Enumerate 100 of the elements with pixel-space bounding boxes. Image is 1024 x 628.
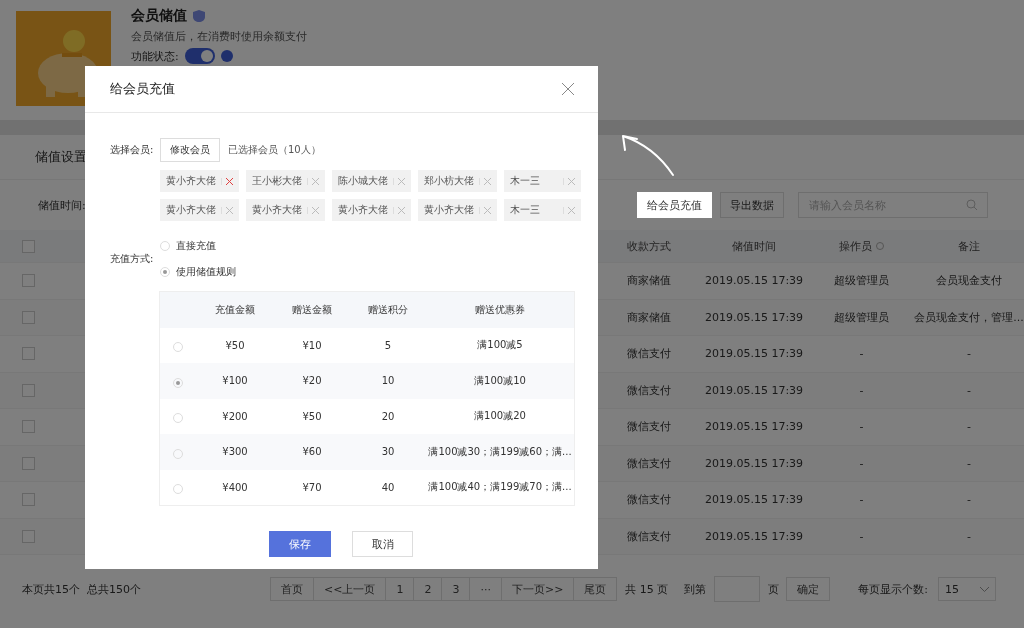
table-cell-text: ¥70 xyxy=(301,481,323,493)
member-name: 黄小齐大佬 xyxy=(424,203,474,217)
table-cell-text: ¥200 xyxy=(221,410,249,422)
save-button[interactable]: 保存 xyxy=(269,531,331,557)
table-cell-text: - xyxy=(858,383,865,397)
table-cell-text: - xyxy=(966,347,972,361)
column-header: 充值金额 xyxy=(214,302,256,317)
section-title: 储值设置 xyxy=(35,148,87,166)
table-cell-text: 满100减5 xyxy=(476,338,524,353)
table-cell-text: 2019.05.15 17:39 xyxy=(703,420,805,434)
table-cell-text: ¥100 xyxy=(221,375,249,387)
table-cell-text: ¥300 xyxy=(221,446,249,458)
page-summary: 本页共15个 总共150个 xyxy=(22,581,141,597)
dialog-title: 给会员充值 xyxy=(110,80,175,98)
page-total: 共 15 页 xyxy=(625,581,669,597)
table-cell-text: ¥50 xyxy=(224,339,246,351)
table-cell-text: ¥400 xyxy=(221,481,249,493)
status-toggle[interactable] xyxy=(184,48,215,64)
row-checkbox[interactable] xyxy=(22,529,35,543)
selected-count: 已选择会员（10人） xyxy=(228,143,321,157)
page-button[interactable]: 首页 xyxy=(270,577,314,601)
row-checkbox[interactable] xyxy=(22,383,35,397)
table-cell-text: 微信支付 xyxy=(626,528,672,544)
table-cell-text: 5 xyxy=(383,339,393,351)
column-header: 收款方式 xyxy=(627,238,671,254)
table-cell-text: 2019.05.15 17:39 xyxy=(703,347,805,361)
column-header: 备注 xyxy=(958,238,980,254)
column-header: 赠送金额 xyxy=(291,302,333,317)
status-label: 功能状态: xyxy=(131,48,179,64)
table-cell-text: - xyxy=(966,529,972,543)
goto-label: 到第 xyxy=(684,581,707,597)
table-cell-text: 微信支付 xyxy=(626,346,672,362)
row-checkbox[interactable] xyxy=(22,274,35,288)
table-cell-text: - xyxy=(858,420,865,434)
page-button[interactable]: 3 xyxy=(441,577,471,601)
page-button[interactable]: 2 xyxy=(413,577,443,601)
table-cell-text: 满100减40；满199减70；满... xyxy=(427,480,573,495)
table-cell-text: 商家储值 xyxy=(626,273,672,289)
page-button[interactable]: <<上一页 xyxy=(313,577,387,601)
table-cell-text: 2019.05.15 17:39 xyxy=(703,456,805,470)
page-button[interactable]: 下一页>> xyxy=(500,577,575,601)
table-cell: 会员现金支付，管理... xyxy=(914,309,1024,325)
member-name: 黄小齐大佬 xyxy=(338,203,388,217)
table-cell-text: 2019.05.15 17:39 xyxy=(703,383,805,397)
chevron-down-icon xyxy=(980,586,989,592)
table-cell-text: ¥50 xyxy=(301,410,323,422)
table-cell-text: - xyxy=(966,493,972,507)
table-cell-text: - xyxy=(858,456,865,470)
row-checkbox[interactable] xyxy=(22,310,35,324)
table-cell-text: 40 xyxy=(380,481,396,493)
close-icon[interactable] xyxy=(562,83,574,95)
table-cell-text: ¥20 xyxy=(301,375,323,387)
column-header: 赠送积分 xyxy=(367,302,409,317)
row-checkbox[interactable] xyxy=(22,493,35,507)
table-cell-text: 超级管理员 xyxy=(833,273,890,289)
page-unit: 页 xyxy=(768,581,780,597)
method-label: 充值方式: xyxy=(110,252,152,266)
page-button[interactable]: 1 xyxy=(385,577,415,601)
row-checkbox[interactable] xyxy=(22,420,35,434)
option-label: 直接充值 xyxy=(176,239,216,253)
table-cell-text: 商家储值 xyxy=(626,309,672,325)
toolbar-button[interactable]: 导出数据 xyxy=(720,192,784,218)
table-cell-text: 会员现金支付 xyxy=(935,273,1003,289)
table-cell-text: ¥60 xyxy=(301,446,323,458)
table-cell-text: 2019.05.15 17:39 xyxy=(703,310,805,324)
option-label: 使用储值规则 xyxy=(176,265,236,279)
cancel-button[interactable]: 取消 xyxy=(352,531,413,557)
row-checkbox[interactable] xyxy=(22,456,35,470)
table-cell-text: 20 xyxy=(380,410,396,422)
member-name: 黄小齐大佬 xyxy=(166,174,216,188)
member-name: 黄小齐大佬 xyxy=(252,203,302,217)
column-header: 操作员 xyxy=(839,238,872,254)
table-cell-text: - xyxy=(858,347,865,361)
row-checkbox[interactable] xyxy=(22,347,35,361)
table-cell-text: 微信支付 xyxy=(626,455,672,471)
page-button[interactable]: ··· xyxy=(469,577,502,601)
help-icon xyxy=(220,50,233,62)
page-button[interactable]: 尾页 xyxy=(573,577,618,601)
table-cell-text: - xyxy=(858,493,865,507)
member-name: 王小彬大佬 xyxy=(252,174,302,188)
table-cell-text: - xyxy=(966,383,972,397)
table-cell-text: 满100减30；满199减60；满... xyxy=(427,444,573,459)
confirm-button[interactable]: 确定 xyxy=(786,577,831,601)
table-cell-text: - xyxy=(966,456,972,470)
feature-description: 会员储值后，在消费时使用余额支付 xyxy=(131,29,307,44)
table-cell-text: 超级管理员 xyxy=(833,309,890,325)
column-header: 储值时间 xyxy=(732,238,776,254)
select-all-checkbox[interactable] xyxy=(22,239,35,253)
member-name: 木一三 xyxy=(510,203,540,217)
table-cell-text: 30 xyxy=(380,446,396,458)
page-size-select[interactable]: 15 xyxy=(938,577,996,601)
table-cell-text: ¥10 xyxy=(301,339,323,351)
column-header: 赠送优惠券 xyxy=(474,302,526,317)
table-cell-text: - xyxy=(966,420,972,434)
table-cell-text: 10 xyxy=(380,375,396,387)
edit-members-button[interactable]: 修改会员 xyxy=(160,138,220,162)
table-cell-text: 微信支付 xyxy=(626,419,672,435)
toolbar-button[interactable]: 给会员充值 xyxy=(637,192,712,218)
table-cell-text: 2019.05.15 17:39 xyxy=(703,274,805,288)
table-cell-text: 微信支付 xyxy=(626,382,672,398)
